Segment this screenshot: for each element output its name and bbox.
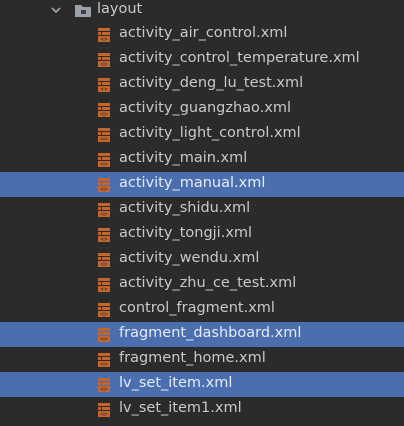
svg-text:<>: <> bbox=[100, 211, 108, 218]
svg-text:<>: <> bbox=[100, 386, 108, 393]
tree-file-item[interactable]: <> control_fragment.xml bbox=[0, 297, 404, 322]
tree-file-item[interactable]: <> activity_main.xml bbox=[0, 147, 404, 172]
xml-layout-file-icon: <> bbox=[98, 103, 110, 118]
tree-file-item[interactable]: <> activity_wendu.xml bbox=[0, 247, 404, 272]
tree-file-item[interactable]: <> activity_manual.xml bbox=[0, 172, 404, 197]
svg-text:<>: <> bbox=[100, 186, 108, 193]
svg-text:<>: <> bbox=[100, 236, 108, 243]
xml-layout-file-icon: <> bbox=[98, 28, 110, 43]
svg-text:<>: <> bbox=[100, 111, 108, 118]
svg-text:<>: <> bbox=[100, 61, 108, 68]
tree-file-item[interactable]: <> activity_light_control.xml bbox=[0, 122, 404, 147]
project-tree: layout <> activity_air_control.xml <> activ… bbox=[0, 0, 404, 426]
tree-file-label: activity_zhu_ce_test.xml bbox=[119, 275, 297, 291]
svg-text:<>: <> bbox=[100, 136, 108, 143]
tree-file-label: activity_air_control.xml bbox=[119, 25, 288, 41]
tree-file-label: activity_guangzhao.xml bbox=[119, 100, 292, 116]
svg-text:<>: <> bbox=[100, 261, 108, 268]
xml-layout-file-icon: <> bbox=[98, 153, 110, 168]
svg-text:<>: <> bbox=[100, 336, 108, 343]
xml-layout-file-icon: <> bbox=[98, 303, 110, 318]
tree-file-label: lv_set_item.xml bbox=[119, 375, 233, 391]
chevron-down-icon[interactable] bbox=[50, 4, 62, 16]
tree-file-item[interactable]: <> lv_set_item1.xml bbox=[0, 397, 404, 422]
tree-file-label: fragment_home.xml bbox=[119, 350, 266, 366]
tree-file-label: activity_tongji.xml bbox=[119, 225, 253, 241]
svg-text:<>: <> bbox=[100, 36, 108, 43]
tree-folder-layout[interactable]: layout bbox=[0, 0, 404, 23]
tree-file-item[interactable]: <> activity_tongji.xml bbox=[0, 222, 404, 247]
tree-file-label: activity_main.xml bbox=[119, 150, 248, 166]
tree-file-label: lv_set_item1.xml bbox=[119, 400, 242, 416]
tree-file-item[interactable]: <> fragment_dashboard.xml bbox=[0, 322, 404, 347]
tree-file-label: fragment_dashboard.xml bbox=[119, 325, 302, 341]
svg-text:<>: <> bbox=[100, 361, 108, 368]
tree-file-label: control_fragment.xml bbox=[119, 300, 275, 316]
xml-layout-file-icon: <> bbox=[98, 353, 110, 368]
xml-layout-file-icon: <> bbox=[98, 78, 110, 93]
xml-layout-file-icon: <> bbox=[98, 128, 110, 143]
tree-file-item[interactable]: <> activity_zhu_ce_test.xml bbox=[0, 272, 404, 297]
tree-file-item[interactable]: <> activity_shidu.xml bbox=[0, 197, 404, 222]
tree-file-item[interactable]: <> activity_guangzhao.xml bbox=[0, 97, 404, 122]
folder-label: layout bbox=[97, 1, 143, 17]
xml-layout-file-icon: <> bbox=[98, 253, 110, 268]
tree-file-item[interactable]: <> lv_set_item.xml bbox=[0, 372, 404, 397]
xml-layout-file-icon: <> bbox=[98, 228, 110, 243]
xml-layout-file-icon: <> bbox=[98, 328, 110, 343]
svg-text:<>: <> bbox=[100, 86, 108, 93]
tree-file-label: activity_control_temperature.xml bbox=[119, 50, 360, 66]
svg-text:<>: <> bbox=[100, 311, 108, 318]
tree-file-label: activity_shidu.xml bbox=[119, 200, 251, 216]
folder-icon bbox=[75, 5, 91, 17]
svg-text:<>: <> bbox=[100, 411, 108, 418]
xml-layout-file-icon: <> bbox=[98, 53, 110, 68]
tree-file-label: activity_manual.xml bbox=[119, 175, 266, 191]
xml-layout-file-icon: <> bbox=[98, 278, 110, 293]
svg-text:<>: <> bbox=[100, 161, 108, 168]
tree-file-label: activity_light_control.xml bbox=[119, 125, 301, 141]
svg-text:<>: <> bbox=[100, 286, 108, 293]
xml-layout-file-icon: <> bbox=[98, 203, 110, 218]
tree-file-item[interactable]: <> fragment_home.xml bbox=[0, 347, 404, 372]
tree-file-label: activity_wendu.xml bbox=[119, 250, 260, 266]
xml-layout-file-icon: <> bbox=[98, 403, 110, 418]
xml-layout-file-icon: <> bbox=[98, 378, 110, 393]
tree-file-label: activity_deng_lu_test.xml bbox=[119, 75, 304, 91]
tree-file-item[interactable]: <> activity_deng_lu_test.xml bbox=[0, 72, 404, 97]
tree-file-item[interactable]: <> activity_control_temperature.xml bbox=[0, 47, 404, 72]
tree-file-item[interactable]: <> activity_air_control.xml bbox=[0, 22, 404, 47]
xml-layout-file-icon: <> bbox=[98, 178, 110, 193]
